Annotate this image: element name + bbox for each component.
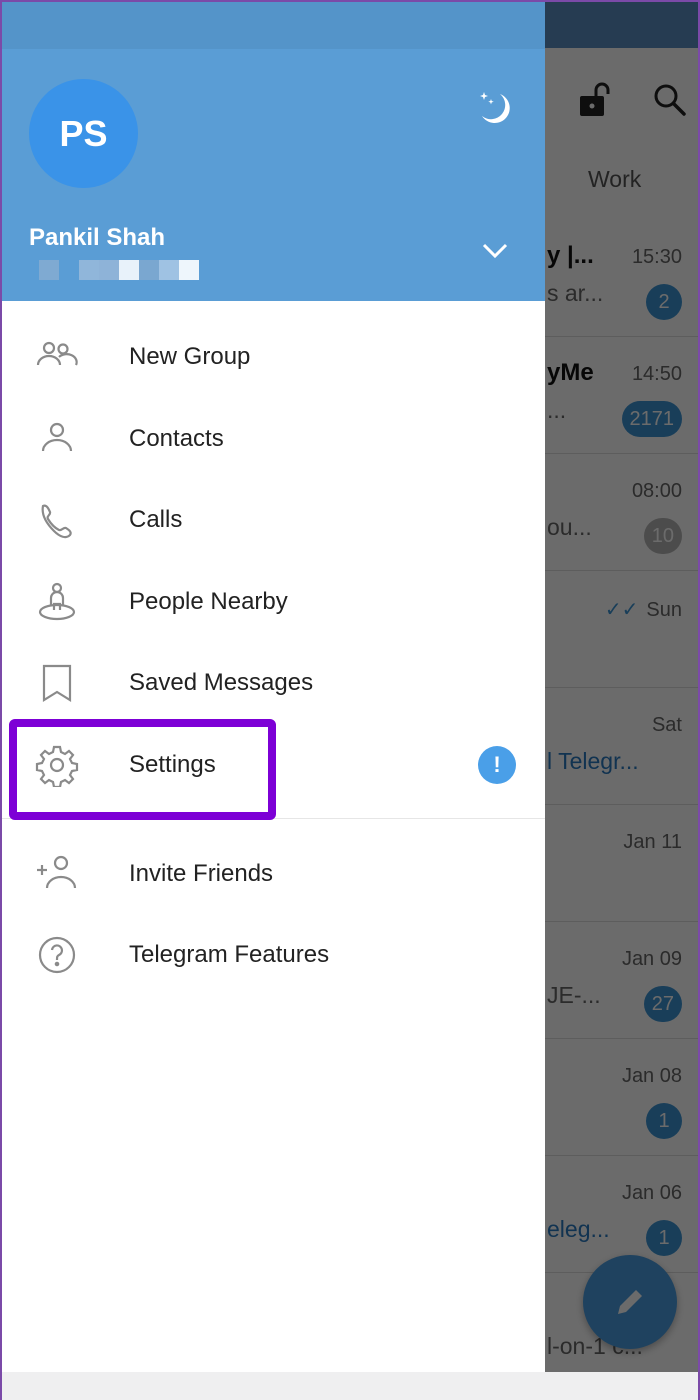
- menu-item-label: Saved Messages: [129, 669, 314, 696]
- menu-item-label: New Group: [129, 343, 251, 370]
- bookmark-icon: [35, 661, 79, 705]
- moon-icon[interactable]: [474, 88, 514, 128]
- drawer-header: PS Pankil Shah: [2, 2, 545, 301]
- question-icon: [35, 933, 79, 977]
- menu-item-label: People Nearby: [129, 588, 288, 615]
- person-icon: [35, 417, 79, 461]
- menu-item-settings[interactable]: Settings!: [2, 724, 545, 806]
- gear-icon: [35, 743, 79, 787]
- menu-item-saved-messages[interactable]: Saved Messages: [2, 642, 545, 724]
- profile-name: Pankil Shah: [29, 224, 166, 251]
- menu-item-label: Calls: [129, 506, 183, 533]
- chevron-down-icon[interactable]: [480, 240, 510, 262]
- menu-item-label: Contacts: [129, 425, 224, 452]
- add-person-icon: [35, 852, 79, 896]
- menu-item-invite-friends[interactable]: Invite Friends: [2, 833, 545, 915]
- status-bar: [2, 2, 545, 49]
- people-nearby-icon: [35, 580, 79, 624]
- menu-divider: [2, 818, 545, 819]
- menu-item-telegram-features[interactable]: Telegram Features: [2, 914, 545, 996]
- menu-item-people-nearby[interactable]: People Nearby: [2, 561, 545, 643]
- phone-icon: [35, 498, 79, 542]
- navigation-bar: [2, 1372, 698, 1400]
- group-icon: [35, 335, 79, 379]
- menu-item-new-group[interactable]: New Group: [2, 316, 545, 398]
- alert-badge: !: [478, 746, 516, 784]
- menu-item-label: Settings: [129, 751, 216, 778]
- phone-number-redacted: [39, 260, 199, 280]
- menu-item-calls[interactable]: Calls: [2, 479, 545, 561]
- navigation-drawer: PS Pankil Shah New Group Contacts Calls Peo…: [2, 2, 545, 1372]
- menu-item-label: Telegram Features: [129, 941, 330, 968]
- menu-item-label: Invite Friends: [129, 860, 274, 887]
- menu-item-contacts[interactable]: Contacts: [2, 398, 545, 480]
- avatar[interactable]: PS: [29, 79, 138, 188]
